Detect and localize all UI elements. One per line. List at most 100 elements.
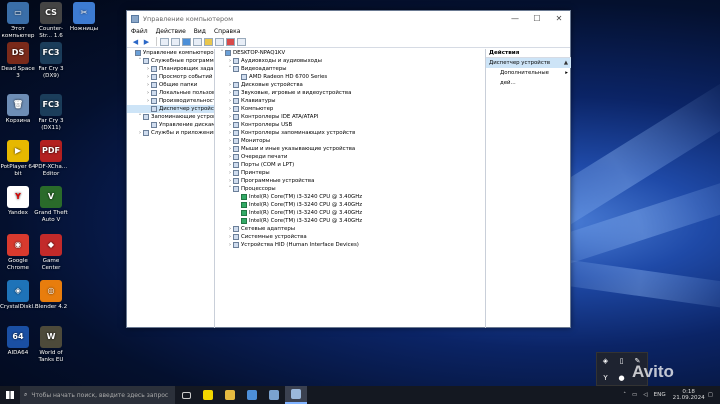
- yandex-tray-icon[interactable]: Y: [601, 374, 610, 383]
- device-tree-node[interactable]: › Порты (COM и LPT): [217, 161, 485, 169]
- taskbar-store[interactable]: [241, 386, 263, 404]
- console-tree-node[interactable]: › Службы и приложения: [127, 129, 214, 137]
- device-tree-node[interactable]: Intel(R) Core(TM) i3-3240 CPU @ 3.40GHz: [217, 217, 485, 225]
- device-tree-node[interactable]: › Сетевые адаптеры: [217, 225, 485, 233]
- desktop-icon[interactable]: ▭ Этот компьютер: [0, 2, 36, 39]
- update-driver-icon[interactable]: [204, 37, 213, 46]
- device-tree-node[interactable]: › Программные устройства: [217, 177, 485, 185]
- uninstall-device-icon[interactable]: [226, 37, 235, 46]
- taskbar-explorer[interactable]: [219, 386, 241, 404]
- disk-tray-icon[interactable]: ●: [617, 374, 626, 383]
- console-tree-node[interactable]: › Просмотр событий: [127, 73, 214, 81]
- properties-icon[interactable]: [193, 37, 202, 46]
- desktop-icon[interactable]: ◈ CrystalDiskl...: [0, 280, 39, 311]
- help-icon[interactable]: [182, 37, 191, 46]
- app-icon: [131, 14, 139, 23]
- device-tree-node[interactable]: › Звуковые, игровые и видеоустройства: [217, 89, 485, 97]
- disable-device-icon[interactable]: [237, 37, 246, 46]
- console-tree-node[interactable]: ›Планировщик заданий: [127, 65, 214, 73]
- console-tree-node[interactable]: Управление компьютером (л: [127, 49, 214, 57]
- console-tree-node[interactable]: › Общие папки: [127, 81, 214, 89]
- device-tree-node[interactable]: › Контроллеры запоминающих устройств: [217, 129, 485, 137]
- computer-management-icon: [291, 389, 301, 399]
- desktop-icon[interactable]: ✂ Ножницы: [66, 2, 102, 33]
- actions-group-label: Диспетчер устройств: [489, 60, 551, 66]
- notifications-icon[interactable]: ▢: [708, 392, 713, 398]
- device-category-icon: [151, 74, 157, 80]
- device-tree-node[interactable]: › Мыши и иные указывающие устройства: [217, 145, 485, 153]
- clock[interactable]: 0:18 21.09.2024: [673, 389, 705, 402]
- menu-action[interactable]: Действие: [156, 28, 186, 35]
- title-bar[interactable]: Управление компьютером — ☐ ✕: [127, 11, 570, 26]
- device-tree-node[interactable]: › Клавиатуры: [217, 97, 485, 105]
- close-button[interactable]: ✕: [548, 14, 570, 23]
- device-tree-node[interactable]: › Системные устройства: [217, 233, 485, 241]
- back-arrow-icon[interactable]: ◀: [131, 38, 140, 46]
- desktop-icon[interactable]: DS Dead Space 3: [0, 42, 36, 79]
- start-button[interactable]: [0, 386, 20, 404]
- taskbar-computer-management[interactable]: [285, 386, 307, 404]
- task-view-button[interactable]: [175, 386, 197, 404]
- system-tray: ˄ ▭ ◁ ENG 0:18 21.09.2024 ▢: [620, 389, 720, 402]
- up-folder-icon[interactable]: [160, 37, 169, 46]
- device-tree-node[interactable]: Intel(R) Core(TM) i3-3240 CPU @ 3.40GHz: [217, 201, 485, 209]
- maximize-button[interactable]: ☐: [526, 14, 548, 23]
- volume-icon[interactable]: ◁: [643, 392, 647, 398]
- actions-group[interactable]: Диспетчер устройств ▲: [486, 58, 571, 68]
- desktop-icon[interactable]: 🗑 Корзина: [0, 94, 36, 125]
- device-tree-node[interactable]: › Дисковые устройства: [217, 81, 485, 89]
- language-indicator[interactable]: ENG: [654, 392, 666, 398]
- desktop-icon[interactable]: PDF PDF-XCha... Editor: [33, 140, 69, 177]
- menu-file[interactable]: Файл: [131, 28, 148, 35]
- more-actions-item[interactable]: Дополнительные дей... ▸: [486, 68, 571, 86]
- chevron-up-icon[interactable]: ˄: [623, 392, 626, 398]
- desktop-icon[interactable]: CS Counter-Str... 1.6: [33, 2, 69, 39]
- desktop-icon[interactable]: FC3 Far Cry 3 (DX9): [33, 42, 69, 79]
- desktop-icon[interactable]: ◆ Game Center: [33, 234, 69, 271]
- device-tree-node[interactable]: Intel(R) Core(TM) i3-3240 CPU @ 3.40GHz: [217, 193, 485, 201]
- minimize-button[interactable]: —: [504, 14, 526, 23]
- device-tree-node[interactable]: ˅ Видеоадаптеры: [217, 65, 485, 73]
- device-tree-node[interactable]: › Мониторы: [217, 137, 485, 145]
- device-tree-node[interactable]: › Контроллеры USB: [217, 121, 485, 129]
- device-tree-node[interactable]: › Устройства HID (Human Interface Devices…: [217, 241, 485, 249]
- desktop-icon[interactable]: Y Yandex: [0, 186, 36, 217]
- network-icon[interactable]: ▭: [632, 392, 637, 398]
- menu-help[interactable]: Справка: [214, 28, 240, 35]
- console-tree-node[interactable]: Диспетчер устройств: [127, 105, 214, 113]
- device-tree-node[interactable]: › Контроллеры IDE ATA/ATAPI: [217, 113, 485, 121]
- collapse-arrow-icon[interactable]: ▲: [564, 58, 568, 68]
- console-tree-node[interactable]: › Производительность: [127, 97, 214, 105]
- desktop-icon[interactable]: W World of Tanks EU: [33, 326, 69, 363]
- device-tree-node[interactable]: AMD Radeon HD 6700 Series: [217, 73, 485, 81]
- show-tree-icon[interactable]: [171, 37, 180, 46]
- taskbar-device-manager[interactable]: [263, 386, 285, 404]
- desktop-icon[interactable]: V Grand Theft Auto V: [33, 186, 69, 223]
- menu-view[interactable]: Вид: [194, 28, 206, 35]
- desktop-icon-label: Game Center: [41, 258, 61, 271]
- desktop-icon[interactable]: ▶ PotPlayer 64 bit: [0, 140, 36, 177]
- tray-app-icon[interactable]: ◈: [601, 357, 610, 366]
- scan-hardware-icon[interactable]: [215, 37, 224, 46]
- console-tree-node[interactable]: ˅Запоминающие устройст: [127, 113, 214, 121]
- device-tree-label: Intel(R) Core(TM) i3-3240 CPU @ 3.40GHz: [249, 194, 363, 200]
- console-tree-node[interactable]: ˅ Служебные программы: [127, 57, 214, 65]
- device-category-icon: [233, 138, 239, 144]
- console-tree-node[interactable]: ›Локальные пользовате: [127, 89, 214, 97]
- desktop-icon[interactable]: ◎ Blender 4.2: [33, 280, 69, 311]
- device-tree-node[interactable]: Intel(R) Core(TM) i3-3240 CPU @ 3.40GHz: [217, 209, 485, 217]
- device-tree-node[interactable]: ˅ DESKTOP-NPAQ1KV: [217, 49, 485, 57]
- desktop-icon[interactable]: FC3 Far Cry 3 (DX11): [33, 94, 69, 131]
- usb-icon[interactable]: ▯: [617, 357, 626, 366]
- device-tree-node[interactable]: › Очереди печати: [217, 153, 485, 161]
- search-box[interactable]: ⌕ Чтобы начать поиск, введите здесь запр…: [20, 386, 175, 404]
- device-tree-node[interactable]: ˅ Процессоры: [217, 185, 485, 193]
- device-tree-node[interactable]: › Компьютер: [217, 105, 485, 113]
- desktop-icon[interactable]: 64 AIDA64: [0, 326, 36, 357]
- forward-arrow-icon[interactable]: ▶: [142, 38, 151, 46]
- desktop-icon[interactable]: ◉ Google Chrome: [0, 234, 36, 271]
- device-tree-node[interactable]: › Принтеры: [217, 169, 485, 177]
- taskbar-yandex[interactable]: [197, 386, 219, 404]
- console-tree-node[interactable]: Управление дисками: [127, 121, 214, 129]
- device-tree-node[interactable]: › Аудиовходы и аудиовыходы: [217, 57, 485, 65]
